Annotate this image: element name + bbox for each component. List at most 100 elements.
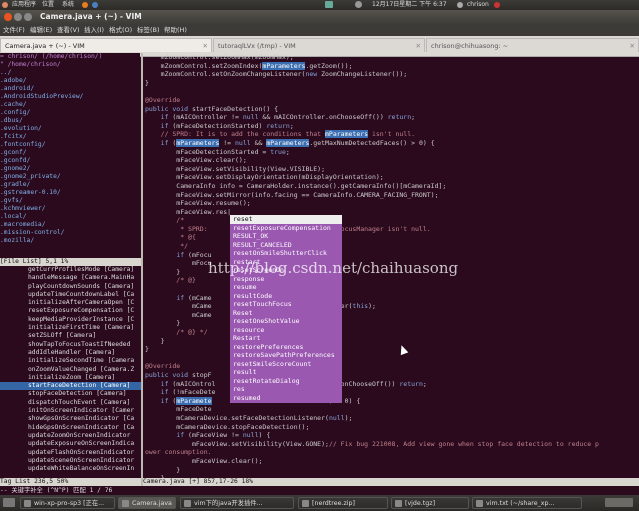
file-tree-item[interactable]: .dbus/ — [0, 117, 140, 125]
completion-item[interactable]: resultCode — [230, 292, 342, 301]
tag-list-item[interactable]: hideGpsOnScreenIndicator [Ca — [0, 424, 142, 432]
tab-terminal[interactable]: chrison@chihuasong: ~ ✕ — [426, 38, 639, 52]
tag-list-item[interactable]: getCurrProfilesMode [Camera] — [0, 266, 142, 274]
completion-item[interactable]: resetTouchFocus — [230, 300, 342, 309]
file-tree-item[interactable]: .gnome2/ — [0, 165, 140, 173]
tag-list-item[interactable]: showTapToFocusToastIfNeeded — [0, 341, 142, 349]
menu-tabs[interactable]: 标签(B) — [137, 24, 160, 36]
file-tree-item[interactable]: .gradle/ — [0, 181, 140, 189]
tag-list-pane[interactable]: getCurrProfilesMode [Camera] handleMessag… — [0, 266, 142, 478]
taskbar-item[interactable]: [nerdtree.zip] — [298, 497, 388, 509]
close-tab-icon[interactable]: ✕ — [203, 39, 208, 53]
tag-list-item[interactable]: resetExposureCompensation [C — [0, 307, 142, 315]
file-tree-item[interactable]: .adobe/ — [0, 77, 140, 85]
tag-list-item[interactable]: onZoomValueChanged [Camera.Z — [0, 366, 142, 374]
network-icon[interactable] — [325, 1, 333, 8]
completion-item[interactable]: restorePreferences — [230, 343, 342, 352]
tag-list-item[interactable]: initializeSecondTime [Camera — [0, 357, 142, 365]
firefox-launcher-icon[interactable] — [82, 2, 88, 8]
file-tree-item[interactable]: .gstreamer-0.10/ — [0, 189, 140, 197]
file-tree-item[interactable]: .local/ — [0, 213, 140, 221]
menu-edit[interactable]: 编辑(E) — [30, 24, 52, 36]
taskbar-item[interactable]: vim下的java开发插件... — [180, 497, 294, 509]
tag-list-item[interactable]: updateZoomOnScreenIndicator — [0, 432, 142, 440]
panel-menu-applications[interactable]: 应用程序 — [12, 0, 36, 10]
file-tree-item[interactable]: .mission-control/ — [0, 229, 140, 237]
file-tree-item[interactable]: .config/ — [0, 109, 140, 117]
menu-file[interactable]: 文件(F) — [3, 24, 25, 36]
tag-list-item[interactable]: initializeFirstTime [Camera] — [0, 324, 142, 332]
file-tree-item[interactable]: ../ — [0, 69, 140, 77]
panel-clock[interactable]: 12月17日星期二 下午 6:37 — [372, 0, 447, 10]
tab-tutor[interactable]: tutoraqlLVx (/tmp) - VIM ✕ — [213, 38, 425, 52]
tag-list-item[interactable]: initializeZoom [Camera] — [0, 374, 142, 382]
menu-insert[interactable]: 插入(I) — [84, 24, 104, 36]
panel-menu-places[interactable]: 位置 — [42, 0, 54, 10]
completion-item[interactable]: resetExposureCompensation — [230, 224, 342, 233]
file-tree-item[interactable]: .AndroidStudioPreview/ — [0, 93, 140, 101]
close-tab-icon[interactable]: ✕ — [416, 39, 421, 53]
tag-list-item[interactable]: playCountdownSounds [Camera] — [0, 283, 142, 291]
completion-item[interactable]: resetRotateDialog — [230, 377, 342, 386]
completion-item[interactable]: Restart — [230, 334, 342, 343]
completion-item[interactable]: RESULT_OK — [230, 232, 342, 241]
vertical-split-separator[interactable] — [141, 53, 143, 486]
help-launcher-icon[interactable] — [92, 2, 98, 8]
completion-item[interactable]: resource — [230, 326, 342, 335]
maximize-window-icon[interactable] — [24, 13, 32, 21]
wifi-icon[interactable] — [355, 1, 362, 8]
tag-list-item[interactable]: initializeAfterCameraOpen [C — [0, 299, 142, 307]
completion-item[interactable]: res — [230, 385, 342, 394]
tag-list-item[interactable]: stopFaceDetection [Camera] — [0, 390, 142, 398]
file-tree-item[interactable]: " /home/chrison/ — [0, 61, 140, 69]
completion-item[interactable]: Reset — [230, 309, 342, 318]
completion-item[interactable]: reset — [230, 215, 342, 224]
tag-list-item[interactable]: showGpsOnScreenIndicator [Ca — [0, 415, 142, 423]
completion-item[interactable]: resetSmileScoreCount — [230, 360, 342, 369]
file-tree-item[interactable]: .gnome2_private/ — [0, 173, 140, 181]
panel-menu-system[interactable]: 系统 — [62, 0, 74, 10]
file-tree-item[interactable]: .android/ — [0, 85, 140, 93]
tag-list-item[interactable]: keepMediaProviderInstance [C — [0, 316, 142, 324]
file-tree-item[interactable]: .evolution/ — [0, 125, 140, 133]
completion-item[interactable]: resetOneShotValue — [230, 317, 342, 326]
file-tree-item[interactable]: = chrison/ (/home/chrison/) — [0, 53, 140, 61]
completion-item[interactable]: resumed — [230, 394, 342, 403]
tag-list-item[interactable]: updateFlashOnScreenIndicator — [0, 449, 142, 457]
tag-list-item[interactable]: addIdleHandler [Camera] — [0, 349, 142, 357]
minimize-window-icon[interactable] — [14, 13, 22, 21]
tag-list-item[interactable]: updateTimeCountdownLabel [Ca — [0, 291, 142, 299]
taskbar-item[interactable]: win-xp-pro-sp3 [正在... — [20, 497, 115, 509]
tag-list-item[interactable]: dispatchTouchEvent [Camera] — [0, 399, 142, 407]
panel-user[interactable]: chrison — [467, 0, 489, 10]
tag-list-item[interactable]: handleMessage [Camera.MainHa — [0, 274, 142, 282]
tag-list-item[interactable]: setZSLOff [Camera] — [0, 332, 142, 340]
tag-list-item[interactable]: updateExposureOnScreenIndica — [0, 440, 142, 448]
tag-list-item[interactable]: startFaceDetection [Camera] — [0, 382, 142, 391]
menu-view[interactable]: 查看(V) — [57, 24, 80, 36]
menu-help[interactable]: 帮助(H) — [164, 24, 187, 36]
tag-list-item[interactable]: updateWhiteBalanceOnScreenIn — [0, 465, 142, 473]
tag-list-item[interactable]: updateSceneOnScreenIndicator — [0, 457, 142, 465]
close-tab-icon[interactable]: ✕ — [630, 39, 635, 53]
file-list-pane[interactable]: = chrison/ (/home/chrison/) " /home/chris… — [0, 53, 140, 258]
file-tree-item[interactable]: .cache/ — [0, 101, 140, 109]
file-tree-item[interactable]: .fontconfig/ — [0, 141, 140, 149]
completion-item[interactable]: result — [230, 368, 342, 377]
completion-item[interactable]: resume — [230, 283, 342, 292]
completion-item[interactable]: RESULT_CANCELED — [230, 241, 342, 250]
power-icon[interactable] — [494, 2, 500, 8]
file-tree-item[interactable]: .mozilla/ — [0, 237, 140, 245]
completion-item[interactable]: restoreSavePathPreferences — [230, 351, 342, 360]
workspace-switcher[interactable] — [605, 498, 633, 507]
tab-camera-java[interactable]: Camera.java + (~) - VIM ✕ — [0, 38, 212, 52]
vim-command-line[interactable]: -- 关键字补全 (^N^P) 匹配 1 / 76 — [0, 486, 639, 495]
file-tree-item[interactable]: .kchmviewer/ — [0, 205, 140, 213]
show-desktop-icon[interactable] — [3, 498, 15, 507]
close-window-icon[interactable] — [4, 13, 12, 21]
completion-popup[interactable]: reset resetExposureCompensation RESULT_OK R… — [230, 215, 342, 403]
menu-format[interactable]: 格式(O) — [109, 24, 132, 36]
window-titlebar[interactable]: Camera.java + (~) - VIM — [0, 10, 639, 24]
taskbar-item[interactable]: [vjde.tgz] — [391, 497, 469, 509]
taskbar-item[interactable]: vim.txt (~/share_xp... — [472, 497, 582, 509]
